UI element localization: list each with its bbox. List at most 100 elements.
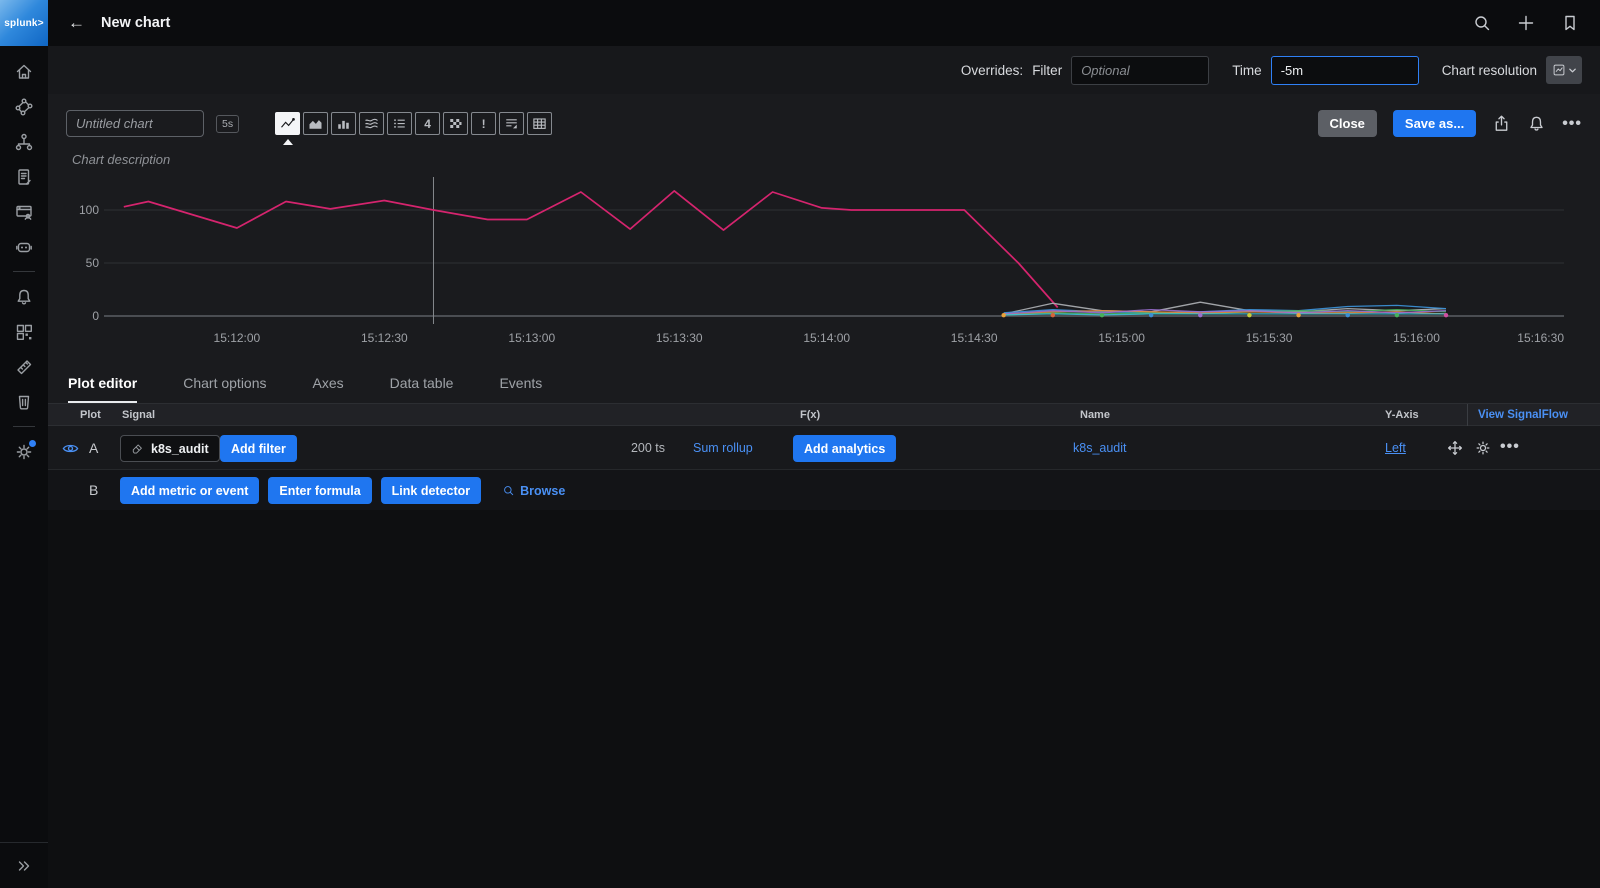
browse-label: Browse	[520, 484, 565, 498]
tab-data-table[interactable]: Data table	[390, 366, 454, 403]
empty-area	[48, 510, 1600, 888]
chart-resolution-icon	[1552, 63, 1566, 77]
chart-resolution-label: Chart resolution	[1442, 63, 1537, 78]
chart-type-column-button[interactable]	[331, 112, 356, 135]
svg-text:15:14:00: 15:14:00	[803, 331, 850, 345]
sidebar-item-dashboards[interactable]	[0, 194, 48, 229]
column-header-signal: Signal	[122, 409, 155, 421]
chart-type-area-button[interactable]	[303, 112, 328, 135]
chart-resolution-button[interactable]	[1546, 56, 1582, 84]
chart-type-event-button[interactable]: !	[471, 112, 496, 135]
add-metric-or-event-button[interactable]: Add metric or event	[120, 477, 259, 504]
sidebar-item-metrics[interactable]	[0, 349, 48, 384]
window-user-icon	[14, 202, 34, 222]
back-button[interactable]: ←	[68, 13, 85, 33]
sidebar-item-infrastructure[interactable]	[0, 124, 48, 159]
close-button[interactable]: Close	[1318, 110, 1377, 137]
plus-icon[interactable]	[1516, 13, 1536, 33]
browse-link[interactable]: Browse	[502, 484, 565, 498]
svg-text:15:14:30: 15:14:30	[951, 331, 998, 345]
chart-preview[interactable]: 05010015:12:0015:12:3015:13:0015:13:3015…	[64, 172, 1584, 362]
tab-events[interactable]: Events	[499, 366, 542, 403]
chart-type-list-button[interactable]	[387, 112, 412, 135]
grid-squares-icon	[14, 322, 34, 342]
home-icon	[14, 62, 34, 82]
more-options-button[interactable]: •••	[1562, 115, 1582, 133]
bucket-icon	[14, 392, 34, 412]
svg-text:15:12:00: 15:12:00	[214, 331, 261, 345]
top-nav-bar: ← New chart	[48, 0, 1600, 46]
yaxis-left-link[interactable]: Left	[1385, 441, 1406, 455]
column-header-fx: F(x)	[800, 409, 820, 421]
chart-builder-panel: 5s 4	[48, 94, 1600, 403]
filter-input[interactable]	[1071, 56, 1209, 85]
eraser-icon	[131, 442, 144, 455]
tab-axes[interactable]: Axes	[313, 366, 344, 403]
link-detector-button[interactable]: Link detector	[381, 477, 482, 504]
heatmap-icon	[447, 116, 464, 131]
single-value-icon: 4	[424, 117, 431, 131]
sidebar-item-data-management[interactable]	[0, 384, 48, 419]
search-icon[interactable]	[1472, 13, 1492, 33]
add-analytics-button[interactable]: Add analytics	[793, 435, 896, 462]
bell-icon[interactable]	[1527, 114, 1546, 133]
sidebar-item-settings[interactable]	[0, 434, 48, 469]
column-header-name: Name	[1080, 409, 1110, 421]
sidebar-item-log-observer[interactable]	[0, 159, 48, 194]
editor-tabs: Plot editor Chart options Axes Data tabl…	[48, 362, 1600, 403]
sidebar-item-alerts[interactable]	[0, 279, 48, 314]
column-header-yaxis: Y-Axis	[1385, 409, 1419, 421]
plot-letter-a: A	[89, 440, 98, 456]
chart-title-input[interactable]	[66, 110, 204, 137]
list-icon	[391, 116, 408, 131]
plot-options-gear-icon[interactable]	[1474, 439, 1492, 457]
double-chevron-right-icon	[14, 856, 34, 876]
chart-type-table-button[interactable]	[527, 112, 552, 135]
sidebar-item-home[interactable]	[0, 54, 48, 89]
chart-type-heatmap-button[interactable]	[443, 112, 468, 135]
chart-type-toolbar: 4 !	[275, 112, 552, 135]
tab-plot-editor[interactable]: Plot editor	[68, 366, 137, 403]
add-filter-button[interactable]: Add filter	[220, 435, 297, 462]
header-divider	[1467, 404, 1468, 427]
settings-notification-dot	[29, 440, 36, 447]
column-header-plot: Plot	[80, 409, 101, 421]
svg-text:15:13:00: 15:13:00	[508, 331, 555, 345]
bookmark-icon[interactable]	[1560, 13, 1580, 33]
sidebar-item-apm[interactable]	[0, 89, 48, 124]
svg-text:0: 0	[92, 309, 99, 323]
robot-icon	[14, 237, 34, 257]
log-document-icon	[14, 167, 34, 187]
time-input[interactable]	[1271, 56, 1419, 85]
visibility-eye-icon[interactable]	[61, 439, 80, 458]
chart-type-stream-button[interactable]	[359, 112, 384, 135]
sidebar-item-dashboard-groups[interactable]	[0, 314, 48, 349]
save-as-button[interactable]: Save as...	[1393, 110, 1476, 137]
tab-chart-options[interactable]: Chart options	[183, 366, 266, 403]
chart-type-text-button[interactable]	[499, 112, 524, 135]
sidebar-expand-button[interactable]	[0, 842, 48, 888]
area-chart-icon	[307, 116, 324, 131]
signal-pill-label: k8s_audit	[151, 442, 209, 456]
chart-type-single-value-button[interactable]: 4	[415, 112, 440, 135]
line-chart-icon	[279, 116, 296, 131]
chart-description-placeholder[interactable]: Chart description	[72, 152, 170, 167]
apm-network-icon	[14, 97, 34, 117]
bell-icon	[14, 287, 34, 307]
enter-formula-button[interactable]: Enter formula	[268, 477, 371, 504]
event-icon: !	[482, 117, 486, 131]
signal-pill-k8s-audit[interactable]: k8s_audit	[120, 435, 220, 462]
search-icon	[502, 484, 515, 497]
hierarchy-icon	[14, 132, 34, 152]
row-more-options-button[interactable]: •••	[1500, 438, 1520, 456]
chart-type-line-button[interactable]	[275, 112, 300, 135]
text-note-icon	[503, 116, 520, 131]
overrides-toolbar: Overrides: Filter Time Chart resolution	[48, 46, 1600, 94]
move-handle-icon[interactable]	[1446, 439, 1464, 457]
share-icon[interactable]	[1492, 114, 1511, 133]
sum-rollup-link[interactable]: Sum rollup	[693, 441, 753, 455]
sidebar-item-incidents[interactable]	[0, 229, 48, 264]
overrides-label: Overrides:	[961, 63, 1023, 78]
view-signalflow-link[interactable]: View SignalFlow	[1478, 409, 1568, 421]
signal-name-link[interactable]: k8s_audit	[1073, 441, 1127, 455]
